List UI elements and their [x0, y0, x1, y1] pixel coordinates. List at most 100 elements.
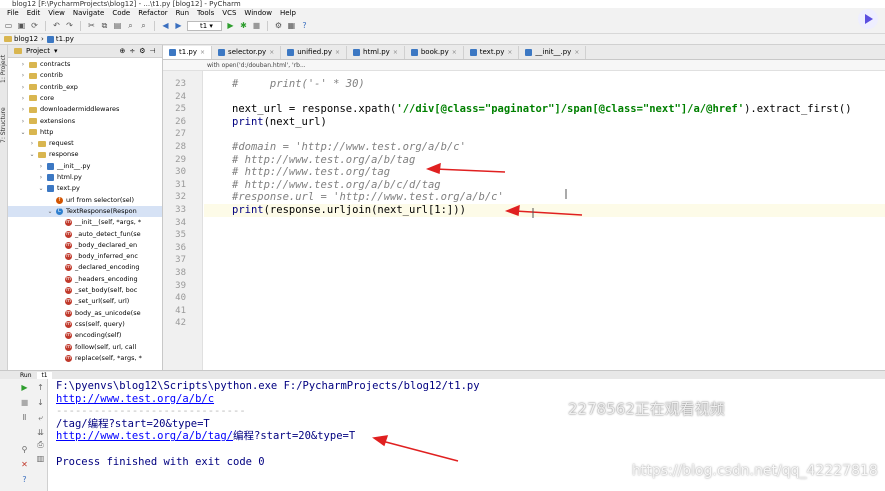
chevron-down-icon[interactable]: ⌄	[38, 183, 44, 194]
console-line[interactable]: http://www.test.org/a/b/tag/编程?start=20&…	[56, 430, 355, 443]
close-tab-icon[interactable]: ×	[200, 46, 205, 59]
menu-help[interactable]: Help	[279, 8, 297, 18]
chevron-right-icon[interactable]: ›	[20, 59, 26, 70]
menu-code[interactable]: Code	[111, 8, 131, 18]
tree-item[interactable]: m follow(self, url, call	[8, 342, 162, 353]
pause-icon[interactable]: Ⅱ	[20, 413, 29, 422]
scroll-up-icon[interactable]: ↑	[36, 383, 45, 392]
tree-item[interactable]: › contrib	[8, 70, 162, 81]
code-line[interactable]: # print('-' * 30)	[232, 78, 365, 91]
menu-edit[interactable]: Edit	[26, 8, 42, 18]
chevron-right-icon[interactable]: ›	[38, 161, 44, 172]
tree-item[interactable]: › downloadermiddlewares	[8, 104, 162, 115]
menu-vcs[interactable]: VCS	[221, 8, 237, 18]
trash-icon[interactable]: ▥	[36, 454, 45, 463]
tree-item[interactable]: › request	[8, 138, 162, 149]
editor-tab[interactable]: text.py ×	[464, 46, 520, 59]
scroll-end-icon[interactable]: ⇊	[36, 428, 45, 437]
tree-item[interactable]: › core	[8, 93, 162, 104]
stop-icon[interactable]: ■	[252, 21, 261, 30]
chevron-right-icon[interactable]: ›	[20, 82, 26, 93]
editor-tab[interactable]: selector.py ×	[212, 46, 282, 59]
chevron-right-icon[interactable]: ›	[20, 93, 26, 104]
chevron-right-icon[interactable]: ›	[38, 172, 44, 183]
settings-icon[interactable]: ⚙	[274, 21, 283, 30]
code-line[interactable]: next_url = response.xpath('//div[@class=…	[232, 103, 852, 116]
editor-tab[interactable]: unified.py ×	[281, 46, 348, 59]
project-tool-tab[interactable]: 1: Project	[0, 49, 8, 89]
editor-breadcrumb[interactable]: with open('d:/douban.html', 'rb...	[163, 60, 885, 71]
code-line[interactable]: # http://www.test.org/a/b/c/d/tag	[232, 179, 441, 192]
nav-project[interactable]: blog12	[4, 35, 38, 43]
tree-item[interactable]: m _headers_encoding	[8, 274, 162, 285]
undo-icon[interactable]: ↶	[52, 21, 61, 30]
find-icon[interactable]: ⌕	[126, 21, 135, 30]
tree-item[interactable]: m _body_declared_en	[8, 240, 162, 251]
close-tab-icon[interactable]: ×	[452, 46, 457, 59]
editor-tab[interactable]: __init__.py ×	[519, 46, 587, 59]
chevron-right-icon[interactable]: ›	[20, 70, 26, 81]
chevron-down-icon[interactable]: ▾	[54, 47, 58, 55]
tree-item[interactable]: ⌄ C TextResponse(Respon	[8, 205, 162, 217]
tree-item[interactable]: ⌄ http	[8, 127, 162, 138]
menu-run[interactable]: Run	[175, 8, 190, 18]
forward-icon[interactable]: ▶	[174, 21, 183, 30]
close-tab-icon[interactable]: ×	[507, 46, 512, 59]
run-config-select[interactable]: t1 ▾	[187, 20, 222, 31]
gear-icon[interactable]: ⚙	[139, 47, 145, 55]
code-line[interactable]: # http://www.test.org/a/b/tag	[232, 154, 415, 167]
menu-tools[interactable]: Tools	[196, 8, 215, 18]
console-line[interactable]: http://www.test.org/a/b/c	[56, 393, 214, 406]
run-icon[interactable]: ▶	[226, 21, 235, 30]
chevron-right-icon[interactable]: ›	[29, 138, 35, 149]
nav-file[interactable]: t1.py	[46, 35, 74, 43]
code-line[interactable]: print(next_url)	[232, 116, 327, 129]
menu-navigate[interactable]: Navigate	[72, 8, 105, 18]
tree-item[interactable]: ⌄ text.py	[8, 183, 162, 194]
structure-tool-tab[interactable]: 7: Structure	[0, 105, 8, 145]
tree-item[interactable]: m __init__(self, *args, *	[8, 217, 162, 228]
code-line[interactable]: #response.url = 'http://www.test.org/a/b…	[232, 191, 504, 204]
tree-item[interactable]: › contracts	[8, 59, 162, 70]
code-line[interactable]: # http://www.test.org/tag	[232, 166, 390, 179]
close-tab-icon[interactable]: ×	[393, 46, 398, 59]
close-tab-icon[interactable]: ×	[269, 46, 274, 59]
close-icon[interactable]: ✕	[20, 460, 29, 469]
target-icon[interactable]: ⊕	[119, 47, 125, 55]
tree-item[interactable]: › extensions	[8, 116, 162, 127]
tree-item[interactable]: m _set_url(self, url)	[8, 296, 162, 307]
soft-wrap-icon[interactable]: ⤶	[36, 413, 45, 422]
print-icon[interactable]: ⎙	[36, 440, 45, 449]
debug-icon[interactable]: ✱	[239, 21, 248, 30]
project-panel-title[interactable]: Project	[26, 47, 50, 55]
tree-item[interactable]: › html.py	[8, 172, 162, 183]
editor-tab[interactable]: html.py ×	[347, 46, 405, 59]
code-editor[interactable]: # print('-' * 30) next_url = response.xpa…	[204, 71, 885, 370]
run-tab[interactable]: t1	[37, 372, 52, 379]
close-tab-icon[interactable]: ×	[574, 46, 579, 59]
code-line[interactable]: print(response.urljoin(next_url[1:]))	[232, 204, 466, 217]
tree-item[interactable]: f url from selector(sel)	[8, 195, 162, 206]
tree-item[interactable]: m _auto_detect_fun(se	[8, 229, 162, 240]
redo-icon[interactable]: ↷	[65, 21, 74, 30]
close-tab-icon[interactable]: ×	[335, 46, 340, 59]
pin-icon[interactable]: ⚲	[20, 445, 29, 454]
chevron-right-icon[interactable]: ›	[20, 104, 26, 115]
code-line[interactable]: #domain = 'http://www.test.org/a/b/c'	[232, 141, 466, 154]
paste-icon[interactable]: ▤	[113, 21, 122, 30]
tree-item[interactable]: › __init__.py	[8, 161, 162, 172]
back-icon[interactable]: ◀	[161, 21, 170, 30]
tree-item[interactable]: m css(self, query)	[8, 319, 162, 330]
tree-item[interactable]: m replace(self, *args, *	[8, 353, 162, 364]
editor-tab[interactable]: t1.py ×	[163, 46, 213, 59]
menu-file[interactable]: File	[6, 8, 20, 18]
save-icon[interactable]: ▣	[17, 21, 26, 30]
chevron-down-icon[interactable]: ⌄	[20, 127, 26, 138]
tree-item[interactable]: m _set_body(self, boc	[8, 285, 162, 296]
sync-icon[interactable]: ⟳	[30, 21, 39, 30]
help-icon[interactable]: ?	[20, 475, 29, 484]
stop-icon[interactable]: ■	[20, 398, 29, 407]
cut-icon[interactable]: ✂	[87, 21, 96, 30]
hide-icon[interactable]: ⊣	[150, 47, 156, 55]
replace-icon[interactable]: ⌕	[139, 21, 148, 30]
